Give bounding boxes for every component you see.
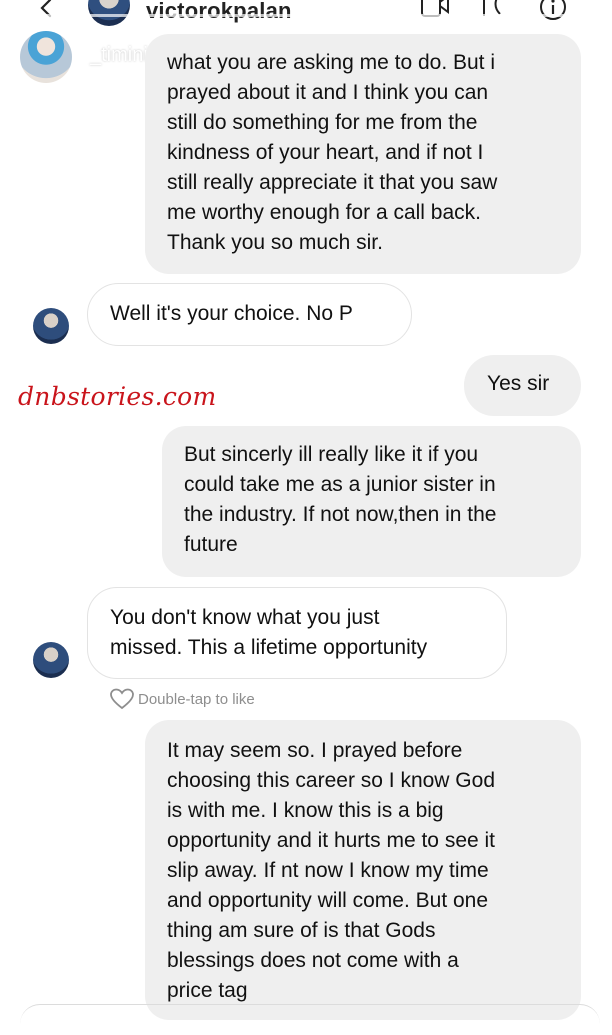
message-incoming[interactable]: You don't know what you just missed. Thi… <box>87 587 507 679</box>
heart-icon[interactable] <box>110 688 134 710</box>
story-avatar[interactable] <box>20 31 72 83</box>
message-text: You don't know what you just missed. Thi… <box>110 606 428 659</box>
message-text: Yes sir <box>487 372 550 395</box>
message-text: It may seem so. I prayed before choosing… <box>167 739 496 1002</box>
message-text: what you are asking me to do. But i pray… <box>167 51 498 254</box>
chat-username[interactable]: victorokpalan <box>146 0 292 24</box>
story-username[interactable]: _timini <box>90 44 148 67</box>
like-hint-label: Double-tap to like <box>138 690 255 708</box>
message-incoming[interactable]: Well it's your choice. No P <box>87 283 412 346</box>
watermark-text: dnbstories.com <box>18 382 217 411</box>
message-text: But sincerly ill really like it if you c… <box>184 443 497 556</box>
sender-avatar[interactable] <box>33 642 69 678</box>
double-tap-like-hint[interactable]: Double-tap to like <box>110 688 255 710</box>
sender-avatar[interactable] <box>33 308 69 344</box>
message-outgoing[interactable]: what you are asking me to do. But i pray… <box>145 34 581 274</box>
video-call-icon[interactable] <box>420 0 450 20</box>
message-composer[interactable] <box>20 1004 600 1035</box>
info-icon[interactable] <box>538 0 568 24</box>
message-outgoing[interactable]: It may seem so. I prayed before choosing… <box>145 720 581 1020</box>
message-text: Well it's your choice. No P <box>110 302 353 325</box>
message-outgoing[interactable]: But sincerly ill really like it if you c… <box>162 426 581 577</box>
message-outgoing[interactable]: Yes sir <box>464 355 581 416</box>
phone-icon[interactable] <box>478 0 512 20</box>
avatar[interactable] <box>88 0 130 26</box>
story-progress-bar <box>14 14 600 17</box>
back-icon[interactable] <box>36 0 56 20</box>
